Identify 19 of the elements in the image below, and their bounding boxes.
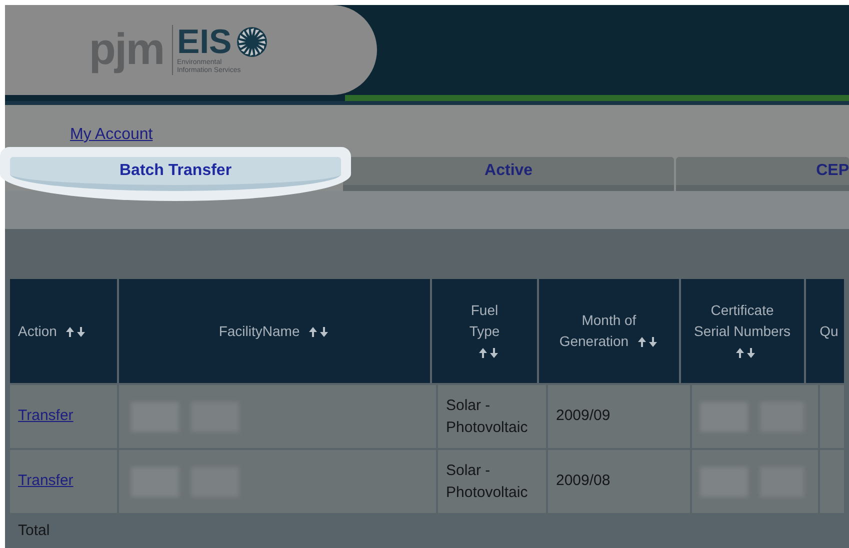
my-account-link[interactable]: My Account xyxy=(70,126,153,143)
total-label: Total xyxy=(18,521,50,542)
logo-product: EIS xyxy=(176,25,232,59)
column-header[interactable]: Month of Generation xyxy=(539,279,679,383)
column-header[interactable]: Qu xyxy=(806,279,844,383)
column-header[interactable]: Action xyxy=(10,279,117,383)
month-text: 2009/08 xyxy=(556,471,610,492)
month-text: 2009/09 xyxy=(556,406,610,426)
fuel-type-text: Solar - Photovoltaic xyxy=(446,460,529,502)
sun-logo-icon xyxy=(236,26,268,58)
sort-arrows-icon[interactable] xyxy=(308,326,330,338)
column-header[interactable]: FacilityName xyxy=(119,279,430,383)
sort-arrows-icon[interactable] xyxy=(636,336,659,348)
sort-arrows-icon[interactable] xyxy=(64,326,87,338)
sort-arrows-icon[interactable] xyxy=(478,346,500,359)
column-header[interactable]: Fuel Type xyxy=(432,279,538,383)
fuel-type-text: Solar - Photovoltaic xyxy=(446,396,529,438)
column-header[interactable]: Certificate Serial Numbers xyxy=(680,279,804,383)
sort-arrows-icon[interactable] xyxy=(735,346,758,359)
